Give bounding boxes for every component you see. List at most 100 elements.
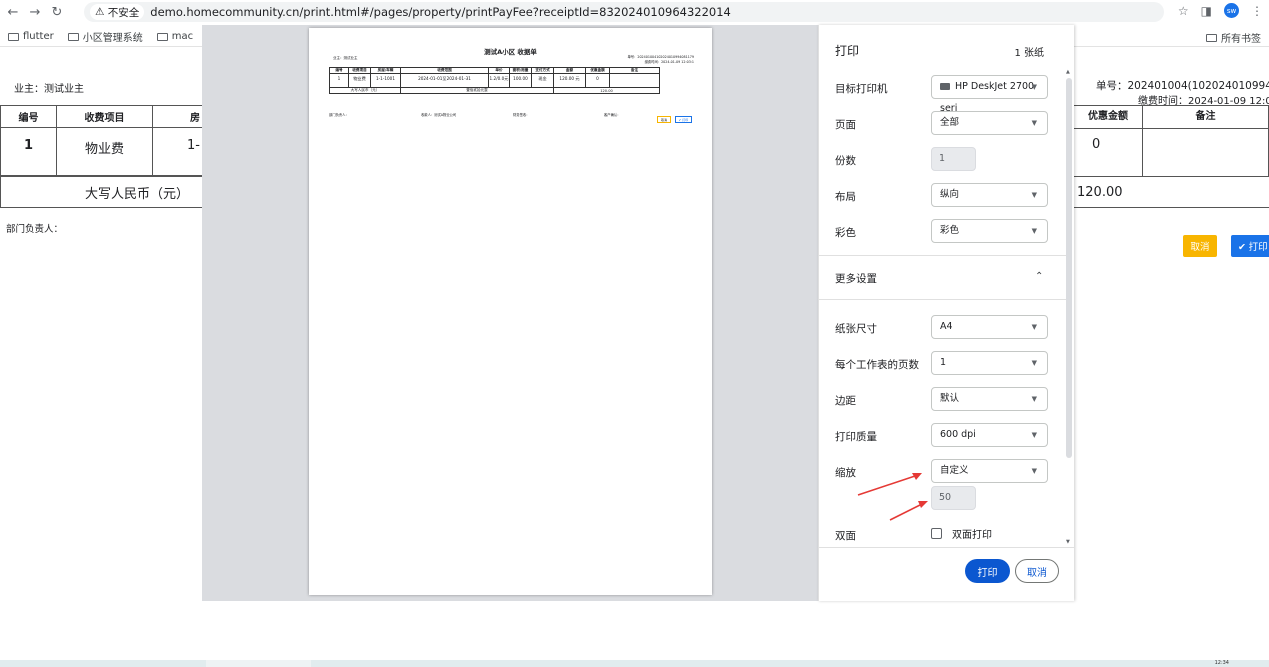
- preview-total-amount: 120.00: [553, 87, 660, 94]
- panel-scrollbar[interactable]: ▲ ▼: [1065, 69, 1073, 547]
- preview-total-label: 大写人民币（元）: [329, 87, 401, 94]
- total-amount: 120.00: [1073, 176, 1269, 208]
- header-remark: 备注: [1142, 105, 1269, 129]
- reload-icon[interactable]: ↻: [48, 5, 66, 20]
- preview-cell: 1: [329, 73, 349, 88]
- paper-size-label: 纸张尺寸: [835, 323, 877, 335]
- receipt-number: 单号：202401004(102024010994081179: [1096, 80, 1269, 92]
- dropdown-caret-icon: ▼: [1031, 323, 1037, 331]
- preview-footer-dept: 部门负责人：: [329, 113, 349, 117]
- color-select[interactable]: 彩色 ▼: [931, 219, 1048, 243]
- preview-header: 面积/用量: [509, 67, 532, 74]
- duplex-checkbox[interactable]: [931, 528, 942, 539]
- pages-per-sheet-label: 每个工作表的页数: [835, 359, 919, 371]
- destination-label: 目标打印机: [835, 83, 888, 95]
- bookmark-community[interactable]: 小区管理系统: [67, 29, 143, 44]
- scroll-down-icon[interactable]: ▼: [1066, 539, 1070, 545]
- quality-label: 打印质量: [835, 431, 877, 443]
- preview-receipt-no: 单号：2024010041020240109940811​79: [627, 55, 694, 59]
- cell-room: 1-: [152, 127, 205, 176]
- print-button[interactable]: 打印: [965, 559, 1010, 583]
- page-print-button[interactable]: ✔ 打印: [1231, 235, 1269, 257]
- arrow-head: [918, 501, 928, 508]
- divider: [819, 299, 1067, 300]
- arrow-line: [857, 474, 919, 496]
- destination-select[interactable]: HP DeskJet 2700 seri ▼: [931, 75, 1048, 114]
- copies-input[interactable]: 1: [931, 147, 976, 171]
- receipt-table-left: 编号 收费项目 房 1 物业费 1-: [0, 105, 205, 176]
- bookmark-mac[interactable]: mac: [156, 31, 193, 42]
- preview-cell: [609, 73, 660, 88]
- copies-label: 份数: [835, 155, 856, 167]
- url-text: demo.homecommunity.cn/print.html#/pages/…: [150, 5, 731, 19]
- preview-cell: 物业费: [348, 73, 371, 88]
- preview-cell: 120.00 元: [553, 73, 586, 88]
- scale-select[interactable]: 自定义 ▼: [931, 459, 1048, 483]
- quality-select[interactable]: 600 dpi ▼: [931, 423, 1048, 447]
- profile-avatar[interactable]: sw: [1224, 3, 1239, 18]
- preview-total-words: 壹佰贰拾元整: [400, 87, 554, 94]
- preview-cell: 现金: [531, 73, 554, 88]
- dropdown-caret-icon: ▼: [1031, 395, 1037, 403]
- forward-icon[interactable]: →: [26, 5, 44, 20]
- scroll-thumb[interactable]: [1066, 78, 1072, 458]
- duplex-option-label[interactable]: 双面打印: [952, 526, 992, 541]
- layout-label: 布局: [835, 191, 856, 203]
- divider: [819, 547, 1075, 548]
- header-room: 房: [152, 105, 205, 128]
- address-bar[interactable]: ⚠ 不安全 demo.homecommunity.cn/print.html#/…: [84, 2, 1164, 22]
- cell-remark: [1142, 128, 1269, 177]
- printer-icon: [940, 83, 950, 90]
- back-icon[interactable]: ←: [4, 5, 22, 20]
- sidepanel-icon[interactable]: ◨: [1201, 4, 1212, 18]
- margins-select[interactable]: 默认 ▼: [931, 387, 1048, 411]
- page-cancel-button[interactable]: 取消: [1183, 235, 1217, 257]
- pages-per-sheet-select[interactable]: 1 ▼: [931, 351, 1048, 375]
- sheet-count: 1 张纸: [1014, 48, 1044, 59]
- preview-footer-payee: 收款人：测试A物业公司: [421, 113, 457, 117]
- cell-item: 物业费: [56, 127, 153, 176]
- taskbar-segment: [206, 660, 311, 667]
- paper-size-select[interactable]: A4 ▼: [931, 315, 1048, 339]
- folder-icon: [1206, 33, 1217, 42]
- pages-select[interactable]: 全部 ▼: [931, 111, 1048, 135]
- dropdown-caret-icon: ▼: [1031, 83, 1037, 91]
- dropdown-caret-icon: ▼: [1031, 191, 1037, 199]
- total-label: 大写人民币（元）: [0, 176, 204, 208]
- layout-select[interactable]: 纵向 ▼: [931, 183, 1048, 207]
- folder-icon: [8, 32, 19, 41]
- cancel-button[interactable]: 取消: [1015, 559, 1059, 583]
- bookmark-star-icon[interactable]: ☆: [1178, 4, 1189, 18]
- dropdown-caret-icon: ▼: [1031, 467, 1037, 475]
- preview-cell: 1.2/0.0元: [488, 73, 510, 88]
- cell-no: 1: [0, 127, 57, 176]
- owner-label: 业主：测试业主: [14, 84, 84, 95]
- all-bookmarks[interactable]: 所有书签: [1206, 30, 1261, 45]
- menu-icon[interactable]: ⋮: [1251, 4, 1263, 18]
- bookmark-flutter[interactable]: flutter: [8, 31, 54, 42]
- preview-cell: 1-1-1001: [370, 73, 401, 88]
- scroll-up-icon[interactable]: ▲: [1066, 69, 1070, 75]
- preview-footer-finance: 财务签收：: [513, 113, 530, 117]
- folder-icon: [156, 32, 168, 41]
- panel-title: 打印: [835, 44, 860, 58]
- preview-cancel-button: 取消: [657, 116, 671, 123]
- dropdown-caret-icon: ▼: [1031, 431, 1037, 439]
- security-indicator[interactable]: ⚠ 不安全: [90, 4, 145, 20]
- dept-head-label: 部门负责人：: [6, 224, 64, 235]
- preview-table: 编号 收费项目 房屋/车辆 收费范围 单价 面积/用量 支付方式 金额 优惠金额…: [329, 67, 660, 94]
- preview-footer-customer: 客户确认：: [604, 113, 621, 117]
- more-settings-toggle[interactable]: 更多设置: [835, 271, 877, 286]
- warning-icon: ⚠: [95, 6, 105, 18]
- header-discount: 优惠金额: [1073, 105, 1143, 129]
- color-label: 彩色: [835, 227, 856, 239]
- folder-icon: [67, 32, 79, 41]
- duplex-label: 双面: [835, 530, 856, 542]
- scale-percent-input[interactable]: 50: [931, 486, 976, 510]
- divider: [819, 255, 1067, 256]
- preview-paper: 测试A小区 收据单 业主：测试业主 单号：2024010041020240109…: [309, 28, 712, 595]
- preview-owner: 业主：测试业主: [333, 56, 358, 60]
- dropdown-caret-icon: ▼: [1031, 359, 1037, 367]
- dropdown-caret-icon: ▼: [1031, 227, 1037, 235]
- chevron-up-icon[interactable]: ⌃: [1035, 271, 1043, 282]
